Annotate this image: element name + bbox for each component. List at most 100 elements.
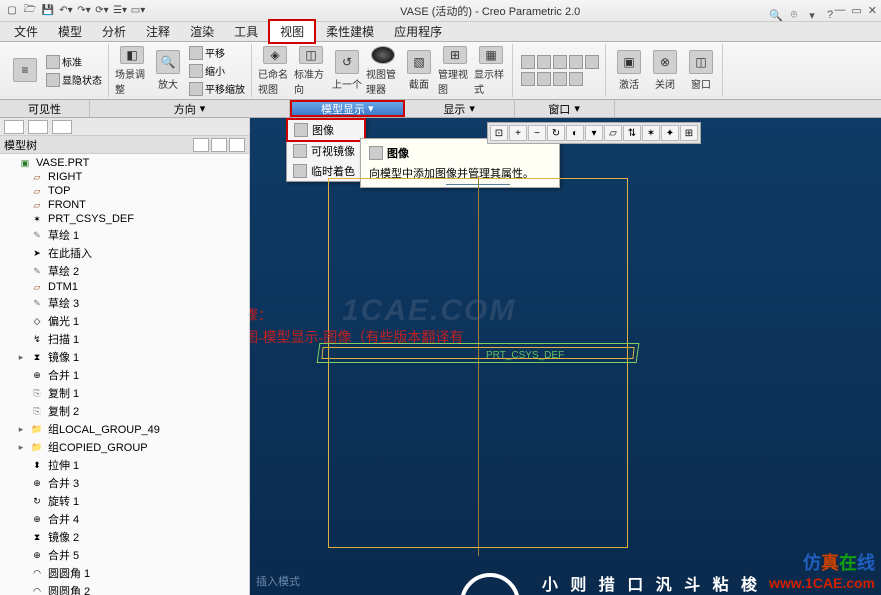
tree-item[interactable]: ⬍拉伸 1 — [0, 456, 249, 474]
gt-datum-plane-icon[interactable]: ▱ — [604, 125, 622, 141]
folder-view-icon[interactable] — [52, 120, 72, 134]
perspective-button[interactable]: 视图管理器 — [366, 46, 400, 96]
menu-file[interactable]: 文件 — [4, 21, 48, 42]
tree-view-icon[interactable] — [4, 120, 24, 134]
tree-item[interactable]: ◇偏光 1 — [0, 312, 249, 330]
menu-analysis[interactable]: 分析 — [92, 21, 136, 42]
windows-icon[interactable]: ☰▾ — [112, 3, 128, 19]
zoomout-btn[interactable]: 缩小 — [187, 62, 247, 79]
gt-datum-point-icon[interactable]: ✶ — [642, 125, 660, 141]
pan-btn[interactable]: 平移 — [187, 44, 247, 61]
disp6[interactable] — [519, 71, 601, 87]
scene-button[interactable]: ◧场景调整 — [115, 46, 149, 96]
tree-item[interactable]: ↻旋转 1 — [0, 492, 249, 510]
tree-item[interactable]: ▸📁组COPIED_GROUP — [0, 438, 249, 456]
display-style-button[interactable]: ▦显示样式 — [474, 46, 508, 96]
tree-tool-1[interactable] — [193, 138, 209, 152]
named-views-button[interactable]: ◈已命名视图 — [258, 46, 292, 96]
tree-item[interactable]: ✶PRT_CSYS_DEF — [0, 212, 249, 226]
undo-icon[interactable]: ↶▾ — [58, 3, 74, 19]
search-icon[interactable]: 🔍 — [769, 8, 783, 22]
gt-refit-icon[interactable]: ⊡ — [490, 125, 508, 141]
activate-button[interactable]: ▣激活 — [612, 46, 646, 96]
menu-item-visual-mirror[interactable]: 可视镜像 — [287, 141, 365, 161]
tree-item[interactable]: ⊕合并 3 — [0, 474, 249, 492]
zoom-in-button[interactable]: 🔍放大 — [151, 46, 185, 96]
new-icon[interactable]: ▢ — [4, 3, 20, 19]
model-display-dropdown[interactable]: 模型显示 ▾ — [290, 100, 405, 117]
std-orient-icon: ◫ — [299, 46, 323, 64]
tree-root[interactable]: ▣VASE.PRT — [0, 156, 249, 170]
manage-view-button[interactable]: ⊞管理视图 — [438, 46, 472, 96]
mirror-icon — [293, 144, 307, 158]
dropdown-icon[interactable]: ▾ — [805, 8, 819, 22]
close-icon[interactable]: ✕ — [868, 4, 877, 17]
tree-item[interactable]: ◠圆圆角 2 — [0, 582, 249, 595]
gt-zoomin-icon[interactable]: + — [509, 125, 527, 141]
tree-item[interactable]: ▱RIGHT — [0, 170, 249, 184]
tree-tool-2[interactable] — [211, 138, 227, 152]
window-button[interactable]: ◫窗口 — [684, 46, 718, 96]
gt-datum-axis-icon[interactable]: ⇅ — [623, 125, 641, 141]
zoomout-icon — [189, 64, 203, 78]
menu-model[interactable]: 模型 — [48, 21, 92, 42]
chevron-down-icon[interactable]: ▾ — [200, 102, 206, 115]
showhide-btn[interactable]: 显隐状态 — [44, 71, 104, 88]
regen-icon[interactable]: ⟳▾ — [94, 3, 110, 19]
menu-tools[interactable]: 工具 — [224, 21, 268, 42]
tree-item[interactable]: ▱DTM1 — [0, 280, 249, 294]
tree-item[interactable]: ↯扫描 1 — [0, 330, 249, 348]
gt-saved-views-icon[interactable]: ▾ — [585, 125, 603, 141]
tree-item[interactable]: ⎘复制 2 — [0, 402, 249, 420]
tree-item[interactable]: ⊕合并 5 — [0, 546, 249, 564]
tree-item[interactable]: ✎草绘 3 — [0, 294, 249, 312]
menu-annotate[interactable]: 注释 — [136, 21, 180, 42]
previous-button[interactable]: ↺上一个 — [330, 46, 364, 96]
gt-zoomout-icon[interactable]: − — [528, 125, 546, 141]
chevron-down-icon[interactable]: ▾ — [574, 102, 580, 115]
open-icon[interactable]: 🗁 — [22, 3, 38, 19]
tree-item[interactable]: ▸⧗镜像 1 — [0, 348, 249, 366]
redo-icon[interactable]: ↷▾ — [76, 3, 92, 19]
tree-item[interactable]: ▸📁组LOCAL_GROUP_49 — [0, 420, 249, 438]
gt-repaint-icon[interactable]: ↻ — [547, 125, 565, 141]
tree-item[interactable]: ⎘复制 1 — [0, 384, 249, 402]
panzoom-btn[interactable]: 平移缩放 — [187, 80, 247, 97]
std-orient-button[interactable]: ◫标准方向 — [294, 46, 328, 96]
graphics-viewport[interactable]: 图像 可视镜像 临时着色 图像 向模型中添加图像并管理其属性。 ⊡ + − ↻ … — [250, 118, 881, 595]
status-btn[interactable]: 标准 — [44, 53, 104, 70]
menu-item-image[interactable]: 图像 — [286, 118, 366, 142]
layer-view-icon[interactable] — [28, 120, 48, 134]
menu-view[interactable]: 视图 — [268, 19, 316, 44]
menu-apps[interactable]: 应用程序 — [384, 21, 452, 42]
window-title: VASE (活动的) - Creo Parametric 2.0 — [146, 3, 834, 19]
tree-item[interactable]: ◠圆圆角 1 — [0, 564, 249, 582]
chevron-down-icon[interactable]: ▾ — [469, 102, 475, 115]
layers-button[interactable]: ≡ — [8, 46, 42, 96]
tree-item[interactable]: ▱TOP — [0, 184, 249, 198]
help-icon[interactable]: ? — [823, 8, 837, 22]
tree-item[interactable]: ▱FRONT — [0, 198, 249, 212]
close-button[interactable]: ⊗关闭 — [648, 46, 682, 96]
gt-annotation-icon[interactable]: ⊞ — [680, 125, 698, 141]
menu-flex[interactable]: 柔性建模 — [316, 21, 384, 42]
tree-item[interactable]: ✎草绘 1 — [0, 226, 249, 244]
tree-item[interactable]: ⊕合并 1 — [0, 366, 249, 384]
tree-item[interactable]: ⧗镜像 2 — [0, 528, 249, 546]
bottom-circle-icon — [460, 573, 520, 595]
menu-render[interactable]: 渲染 — [180, 21, 224, 42]
section-button[interactable]: ▧截面 — [402, 46, 436, 96]
save-icon[interactable]: 💾 — [40, 3, 56, 19]
close-win-icon[interactable]: ▭▾ — [130, 3, 146, 19]
tree-item[interactable]: ⊕合并 4 — [0, 510, 249, 528]
tree-item[interactable]: ✎草绘 2 — [0, 262, 249, 280]
tree-tool-3[interactable] — [229, 138, 245, 152]
ribbon-group-modeldisplay: ◈已命名视图 ◫标准方向 ↺上一个 视图管理器 ▧截面 ⊞管理视图 ▦显示样式 — [254, 44, 513, 97]
watermark-url: www.1CAE.com — [769, 575, 875, 591]
restore-icon[interactable]: ▭ — [851, 4, 861, 17]
tree-item[interactable]: ➤在此插入 — [0, 244, 249, 262]
gt-shading-icon[interactable]: ◐ — [566, 125, 584, 141]
disp1[interactable] — [519, 54, 601, 70]
gt-csys-icon[interactable]: ✦ — [661, 125, 679, 141]
nav-icon[interactable]: ⌾ — [787, 8, 801, 22]
